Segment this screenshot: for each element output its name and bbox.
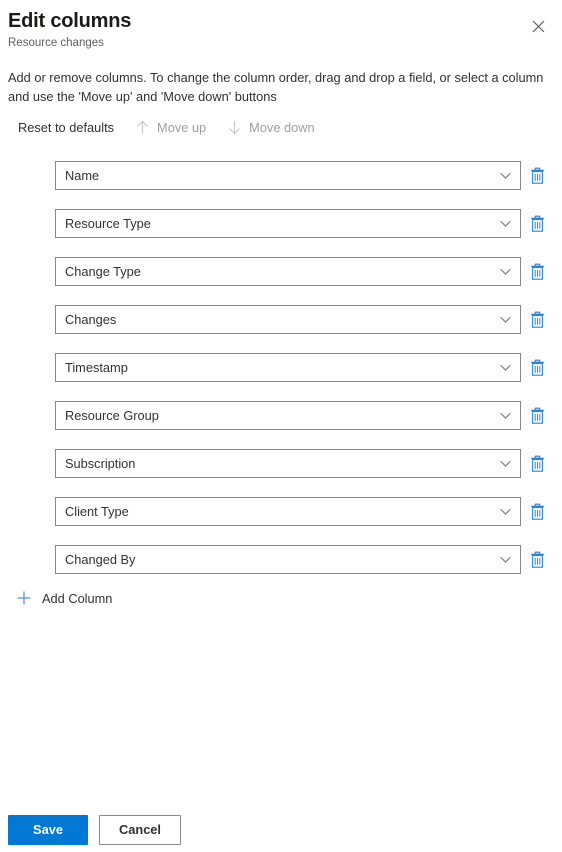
edit-columns-panel: Edit columns Resource changes Add or rem…: [0, 0, 562, 852]
column-dropdown-label: Client Type: [65, 503, 129, 519]
column-row: Subscription: [55, 449, 555, 478]
title-row: Edit columns Resource changes: [8, 8, 554, 51]
chevron-down-icon: [498, 553, 512, 567]
arrow-up-icon: [134, 119, 150, 135]
column-dropdown-label: Name: [65, 167, 100, 183]
save-button[interactable]: Save: [8, 815, 88, 845]
trash-icon: [529, 455, 546, 473]
trash-icon: [529, 167, 546, 185]
move-down-label: Move down: [249, 119, 315, 135]
column-dropdown-label: Change Type: [65, 263, 141, 279]
chevron-down-icon: [498, 457, 512, 471]
trash-icon: [529, 359, 546, 377]
move-up-button[interactable]: Move up: [124, 113, 216, 141]
delete-column-button[interactable]: [521, 497, 553, 526]
delete-column-button[interactable]: [521, 449, 553, 478]
chevron-down-icon: [498, 169, 512, 183]
panel-header: Edit columns Resource changes: [0, 0, 562, 51]
column-dropdown-label: Subscription: [65, 455, 136, 471]
close-button[interactable]: [522, 10, 554, 42]
panel-description: Add or remove columns. To change the col…: [8, 70, 544, 104]
column-dropdown[interactable]: Resource Group: [55, 401, 521, 430]
column-dropdown[interactable]: Client Type: [55, 497, 521, 526]
delete-column-button[interactable]: [521, 545, 553, 574]
column-dropdown[interactable]: Changed By: [55, 545, 521, 574]
page-subtitle: Resource changes: [8, 37, 104, 49]
chevron-down-icon: [498, 361, 512, 375]
column-dropdown[interactable]: Resource Type: [55, 209, 521, 238]
chevron-down-icon: [498, 265, 512, 279]
column-dropdown-label: Resource Type: [65, 215, 151, 231]
column-dropdown-label: Changed By: [65, 551, 136, 567]
column-list: Name Resource Type Change Type Changes Times…: [55, 161, 555, 593]
column-dropdown[interactable]: Subscription: [55, 449, 521, 478]
reset-to-defaults-label: Reset to defaults: [18, 119, 115, 135]
column-dropdown-label: Changes: [65, 311, 117, 327]
column-row: Resource Type: [55, 209, 555, 238]
delete-column-button[interactable]: [521, 161, 553, 190]
move-up-label: Move up: [157, 119, 207, 135]
cancel-button[interactable]: Cancel: [99, 815, 181, 845]
page-title: Edit columns: [8, 10, 132, 32]
column-dropdown-label: Resource Group: [65, 407, 159, 423]
arrow-down-icon: [226, 119, 242, 135]
close-icon: [532, 20, 545, 33]
command-bar: Reset to defaults Move up Move down: [8, 113, 325, 141]
column-dropdown-label: Timestamp: [65, 359, 128, 375]
column-row: Changed By: [55, 545, 555, 574]
column-row: Changes: [55, 305, 555, 334]
delete-column-button[interactable]: [521, 353, 553, 382]
trash-icon: [529, 551, 546, 569]
chevron-down-icon: [498, 313, 512, 327]
column-dropdown[interactable]: Changes: [55, 305, 521, 334]
move-down-button[interactable]: Move down: [216, 113, 324, 141]
column-row: Change Type: [55, 257, 555, 286]
column-row: Client Type: [55, 497, 555, 526]
delete-column-button[interactable]: [521, 257, 553, 286]
chevron-down-icon: [498, 217, 512, 231]
reset-to-defaults-button[interactable]: Reset to defaults: [8, 113, 124, 141]
panel-footer: Save Cancel: [8, 815, 181, 845]
plus-icon: [16, 590, 32, 606]
delete-column-button[interactable]: [521, 401, 553, 430]
title-block: Edit columns Resource changes: [8, 8, 131, 51]
column-row: Resource Group: [55, 401, 555, 430]
column-row: Name: [55, 161, 555, 190]
delete-column-button[interactable]: [521, 305, 553, 334]
trash-icon: [529, 407, 546, 425]
trash-icon: [529, 503, 546, 521]
column-dropdown[interactable]: Change Type: [55, 257, 521, 286]
chevron-down-icon: [498, 505, 512, 519]
chevron-down-icon: [498, 409, 512, 423]
column-dropdown[interactable]: Timestamp: [55, 353, 521, 382]
trash-icon: [529, 311, 546, 329]
trash-icon: [529, 215, 546, 233]
add-column-label: Add Column: [42, 590, 113, 606]
column-dropdown[interactable]: Name: [55, 161, 521, 190]
column-row: Timestamp: [55, 353, 555, 382]
add-column-button[interactable]: Add Column: [10, 584, 118, 612]
trash-icon: [529, 263, 546, 281]
delete-column-button[interactable]: [521, 209, 553, 238]
